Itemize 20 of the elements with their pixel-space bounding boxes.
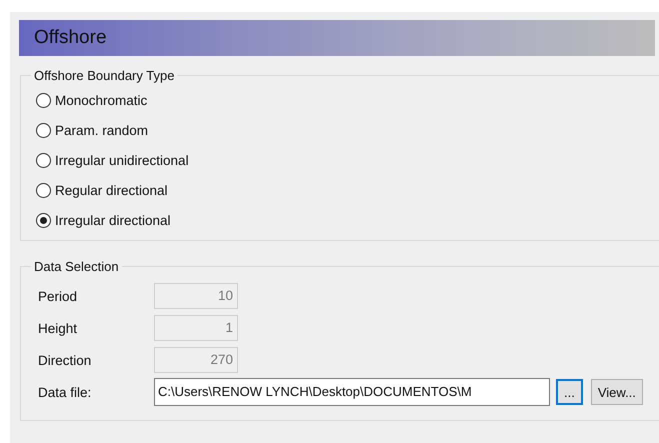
radio-option[interactable]: Regular directional: [36, 175, 168, 205]
radio-button[interactable]: [36, 182, 51, 198]
radio-option[interactable]: Irregular directional: [36, 205, 171, 235]
panel-title: Offshore: [34, 27, 107, 49]
file-path-field[interactable]: C:\Users\RENOW LYNCH\Desktop\DOCUMENTOS\M: [154, 378, 550, 406]
radio-button[interactable]: [36, 122, 51, 138]
radio-option[interactable]: Param. random: [36, 115, 148, 145]
field-label: Height: [38, 320, 78, 336]
radio-button[interactable]: [36, 152, 51, 168]
group-legend: Offshore Boundary Type: [31, 68, 178, 83]
browse-button[interactable]: ...: [556, 379, 583, 405]
field-label: Data file:: [38, 384, 92, 400]
radio-button[interactable]: [36, 212, 51, 228]
radio-button[interactable]: [36, 92, 51, 108]
radio-option[interactable]: Irregular unidirectional: [36, 145, 189, 175]
field-label: Period: [38, 288, 78, 304]
radio-option[interactable]: Monochromatic: [36, 85, 148, 115]
group-legend: Data Selection: [31, 259, 122, 274]
field-label: Direction: [38, 352, 92, 368]
view-button[interactable]: View...: [590, 379, 643, 405]
